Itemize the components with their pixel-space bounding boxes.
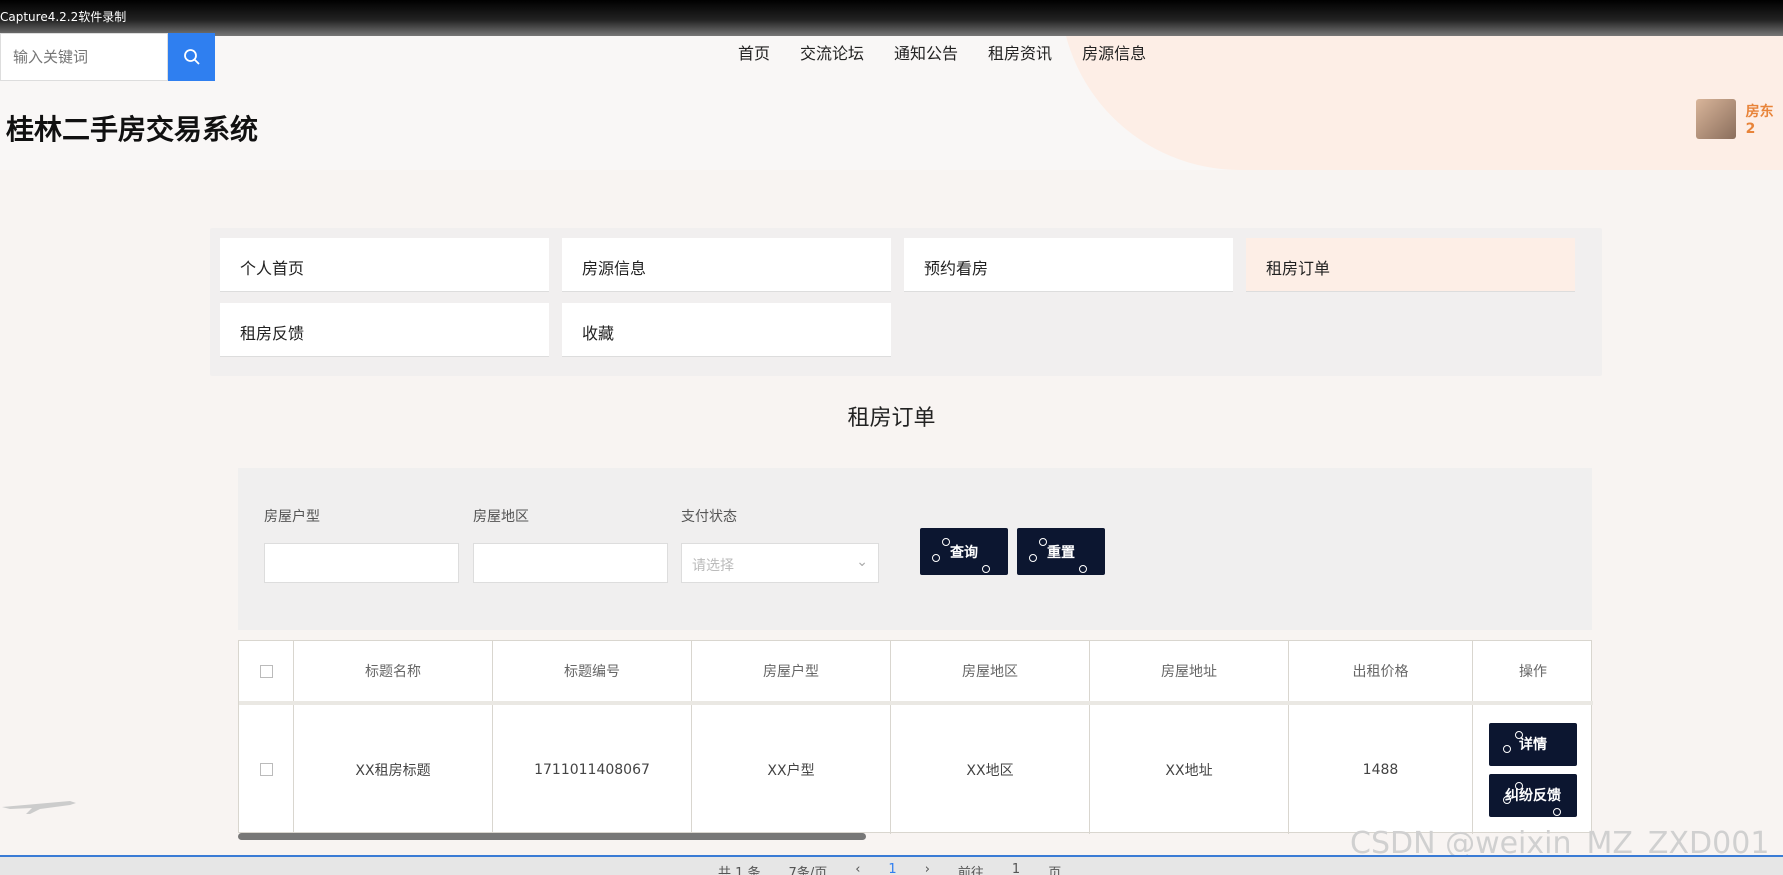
query-button-label: 查询 xyxy=(950,544,978,561)
filter-label-type: 房屋户型 xyxy=(264,509,320,525)
dispute-feedback-button-label: 纠纷反馈 xyxy=(1505,788,1561,804)
menu-item-feedback[interactable]: 租房反馈 xyxy=(220,303,549,357)
search-input[interactable] xyxy=(0,33,168,81)
cell-price: 1488 xyxy=(1289,705,1473,834)
page-title: 租房订单 xyxy=(847,406,936,431)
total-count: 共 1 条 xyxy=(718,866,761,875)
nav-item-home[interactable]: 首页 xyxy=(738,40,770,64)
recorder-label: Capture4.2.2软件录制 xyxy=(0,10,127,24)
detail-button-label: 详情 xyxy=(1519,737,1547,753)
detail-button[interactable]: 详情 xyxy=(1489,722,1577,766)
prev-page-icon[interactable]: ‹ xyxy=(855,862,860,875)
filter-label-region: 房屋地区 xyxy=(473,509,529,525)
row-checkbox[interactable] xyxy=(259,763,273,776)
avatar[interactable] xyxy=(1696,99,1736,139)
search-button[interactable] xyxy=(168,33,215,81)
airplane-decoration-icon xyxy=(2,801,76,814)
goto-label: 前往 xyxy=(957,866,984,875)
search-bar xyxy=(0,33,215,81)
page-size-select[interactable]: 7条/页 xyxy=(789,862,828,875)
header-actions: 操作 xyxy=(1519,664,1547,680)
search-icon xyxy=(183,49,200,65)
header-address: 房屋地址 xyxy=(1090,641,1289,701)
nav-item-listings[interactable]: 房源信息 xyxy=(1082,40,1146,64)
cell-region: XX地区 xyxy=(891,705,1090,834)
cell-address: XX地址 xyxy=(1090,705,1289,834)
menu-item-viewing[interactable]: 预约看房 xyxy=(904,238,1233,292)
query-button[interactable]: 查询 xyxy=(920,528,1008,575)
chevron-down-icon: ⌄ xyxy=(856,554,868,570)
site-title: 桂林二手房交易系统 xyxy=(6,113,259,146)
nav-item-forum[interactable]: 交流论坛 xyxy=(800,40,864,64)
row-select-cell xyxy=(239,705,294,834)
dispute-feedback-button[interactable]: 纠纷反馈 xyxy=(1489,773,1577,817)
cell-actions: 详情 纠纷反馈 xyxy=(1473,705,1593,834)
filter-panel: 房屋户型 房屋地区 支付状态 请选择 ⌄ 查询 重置 xyxy=(238,468,1592,630)
page-unit-label: 页 xyxy=(1048,866,1062,875)
horizontal-scrollbar[interactable] xyxy=(238,833,866,840)
recorder-bar: Capture4.2.2软件录制 xyxy=(0,0,1783,36)
menu-item-profile[interactable]: 个人首页 xyxy=(220,238,549,292)
select-all-checkbox[interactable] xyxy=(259,664,273,678)
filter-label-payment: 支付状态 xyxy=(681,509,737,525)
pagination: 共 1 条 7条/页 ‹ 1 › 前往 1 页 xyxy=(718,862,1061,875)
header-title: 标题名称 xyxy=(294,641,493,701)
user-menu: 个人首页 房源信息 预约看房 租房订单 租房反馈 收藏 xyxy=(210,228,1602,376)
reset-button[interactable]: 重置 xyxy=(1017,528,1105,575)
username[interactable]: 房东2 xyxy=(1746,101,1783,137)
payment-status-placeholder: 请选择 xyxy=(692,558,734,574)
orders-table: 标题名称 标题编号 房屋户型 房屋地区 房屋地址 出租价格 操作 XX租房标题 … xyxy=(238,640,1593,834)
user-profile[interactable]: 房东2 xyxy=(1696,99,1783,139)
header-code: 标题编号 xyxy=(493,641,692,701)
reset-button-label: 重置 xyxy=(1047,544,1075,561)
menu-item-listings[interactable]: 房源信息 xyxy=(562,238,891,292)
nav-item-notice[interactable]: 通知公告 xyxy=(894,40,958,64)
header-type: 房屋户型 xyxy=(692,641,891,701)
menu-item-orders[interactable]: 租房订单 xyxy=(1246,238,1575,292)
select-all-cell xyxy=(239,641,294,701)
nav-item-news[interactable]: 租房资讯 xyxy=(988,40,1052,64)
cell-code: 1711011408067 xyxy=(493,705,692,834)
main-nav: 首页 交流论坛 通知公告 租房资讯 房源信息 xyxy=(738,40,1176,64)
cell-title: XX租房标题 xyxy=(294,705,493,834)
payment-status-select[interactable]: 请选择 ⌄ xyxy=(681,543,879,583)
next-page-icon[interactable]: › xyxy=(925,862,930,875)
goto-page-input[interactable]: 1 xyxy=(1012,862,1020,875)
house-region-input[interactable] xyxy=(473,543,668,583)
header-price: 出租价格 xyxy=(1289,641,1473,701)
cell-type: XX户型 xyxy=(692,705,891,834)
current-page[interactable]: 1 xyxy=(888,862,896,875)
house-type-input[interactable] xyxy=(264,543,459,583)
menu-item-favorites[interactable]: 收藏 xyxy=(562,303,891,357)
header-region: 房屋地区 xyxy=(891,641,1090,701)
